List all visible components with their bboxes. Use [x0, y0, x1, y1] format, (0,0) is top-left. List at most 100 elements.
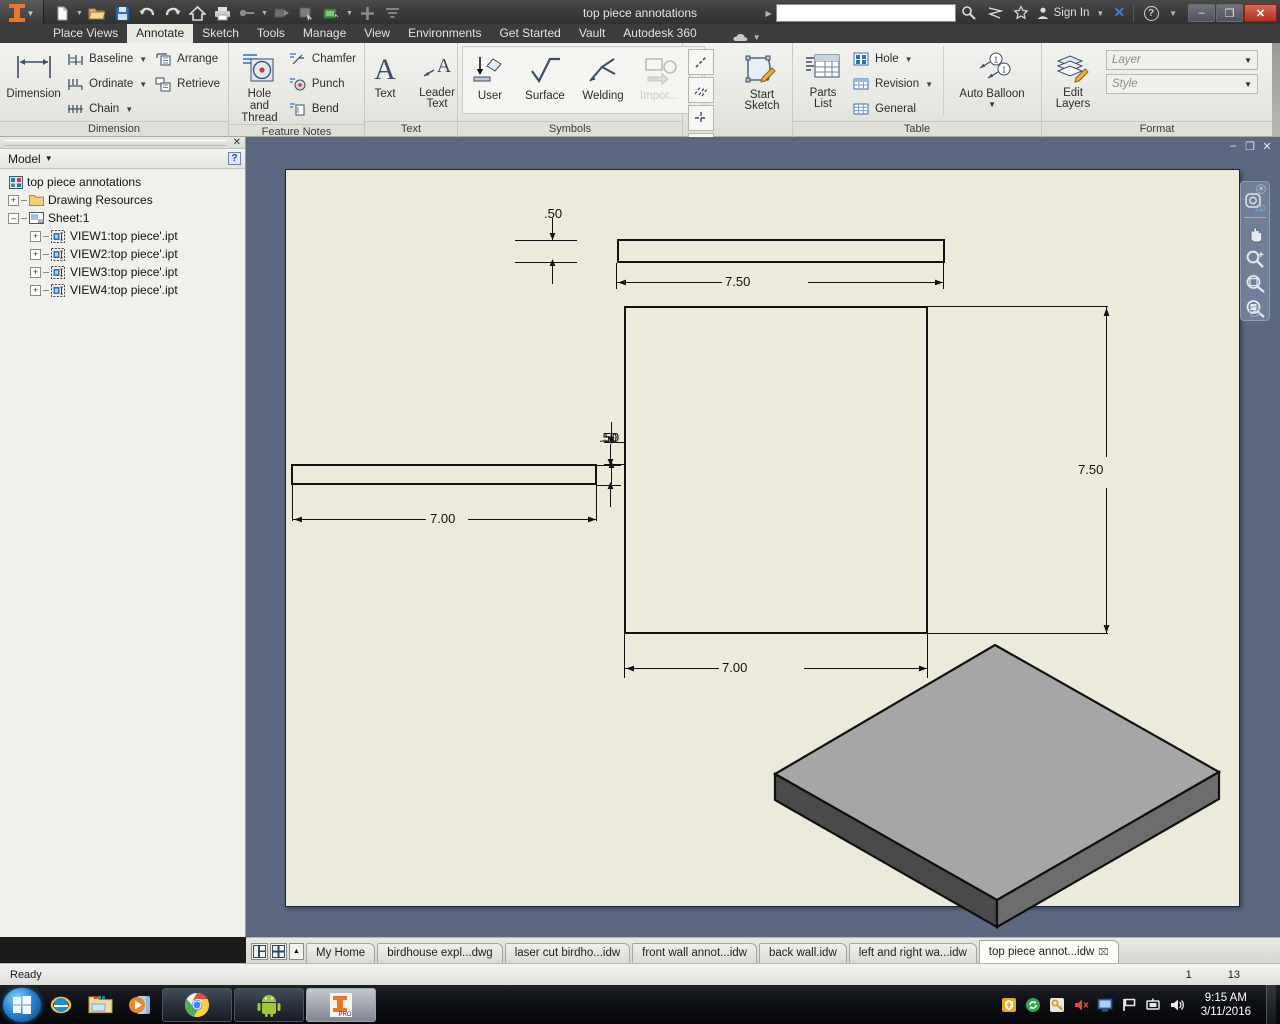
ribbon-tab-view[interactable]: View	[355, 24, 399, 43]
start-button[interactable]	[3, 987, 41, 1022]
dim-front-thickness[interactable]: .50	[599, 430, 617, 445]
close-icon[interactable]: ✕	[233, 137, 241, 148]
browser-title-group[interactable]: Model ▼	[8, 152, 53, 166]
chevron-down-icon[interactable]: ▼	[1091, 9, 1109, 18]
drawing-canvas[interactable]: – ❐ ✕ .50 7.50 7.00 .50 7.50 7.00 ✕ 2D ▾	[246, 137, 1280, 937]
select-button[interactable]	[295, 2, 319, 24]
taskbar-chrome-button[interactable]	[162, 987, 232, 1022]
security-shield-icon[interactable]	[1001, 996, 1018, 1013]
revision-table-button[interactable]: Revision ▼	[849, 72, 937, 96]
chevron-down-icon[interactable]: ▼	[1164, 9, 1182, 18]
hole-table-button[interactable]: Hole ▼	[849, 47, 937, 71]
hole-and-thread-button[interactable]: Hole and Thread	[233, 46, 286, 124]
application-menu-button[interactable]: ▼	[0, 0, 44, 26]
taskbar-inventor-button[interactable]: PRO	[306, 987, 376, 1022]
leader-text-button[interactable]: A Leader Text	[411, 46, 463, 110]
hatch-fill-icon[interactable]	[688, 77, 714, 103]
ribbon-tab-sketch[interactable]: Sketch	[193, 24, 248, 43]
expander-icon[interactable]: +	[30, 266, 41, 278]
parts-list-button[interactable]: Parts List	[797, 46, 849, 110]
dimension-button[interactable]: Dimension	[4, 46, 63, 100]
redo-button[interactable]	[160, 2, 184, 24]
help-icon[interactable]: ?	[228, 152, 241, 165]
tree-item-sheet-1[interactable]: – Sheet:1	[2, 209, 245, 227]
cloud-status-indicator[interactable]: ▼	[732, 32, 761, 43]
user-symbol-button[interactable]: User	[464, 48, 516, 112]
view-2d-icon[interactable]: 2D	[1244, 192, 1266, 212]
taskbar-clock[interactable]: 9:15 AM 3/11/2016	[1193, 991, 1259, 1019]
favorites-star-icon[interactable]	[1008, 0, 1034, 26]
update-button[interactable]	[270, 2, 294, 24]
dim-top-length[interactable]: 7.50	[725, 274, 750, 289]
zoom-icon[interactable]	[1244, 248, 1266, 268]
internet-explorer-icon[interactable]	[41, 987, 81, 1023]
display-icon[interactable]	[1145, 996, 1162, 1013]
expander-icon[interactable]: +	[30, 284, 41, 296]
ribbon-tab-manage[interactable]: Manage	[294, 24, 355, 43]
chevron-down-icon[interactable]: ▼	[139, 55, 147, 64]
document-tab-front-wall[interactable]: front wall annot...idw	[632, 943, 757, 963]
navigation-bar[interactable]: ✕ 2D ▾	[1240, 181, 1270, 321]
general-table-button[interactable]: General	[849, 97, 937, 121]
dim-side-length[interactable]: 7.00	[430, 511, 455, 526]
chevron-down-icon[interactable]: ▼	[45, 154, 53, 163]
close-button[interactable]: ✕	[1244, 4, 1277, 22]
exchange-apps-icon[interactable]: ✕	[1109, 5, 1129, 22]
hatch-line-icon[interactable]	[688, 49, 714, 75]
undo-button[interactable]	[135, 2, 159, 24]
surface-texture-button[interactable]: Surface	[516, 48, 574, 112]
ribbon-tab-tools[interactable]: Tools	[248, 24, 294, 43]
chevron-down-icon[interactable]: ▼	[345, 10, 354, 17]
chevron-down-icon[interactable]: ▼	[139, 80, 147, 89]
baseline-button[interactable]: Baseline ▼	[63, 47, 151, 71]
start-sketch-button[interactable]: Start Sketch	[736, 48, 788, 112]
save-file-button[interactable]	[110, 2, 134, 24]
tree-item-view2[interactable]: + VIEW2:top piece'.ipt	[2, 245, 245, 263]
ribbon-tab-environments[interactable]: Environments	[399, 24, 490, 43]
volume-icon[interactable]	[1169, 996, 1186, 1013]
document-tab-my-home[interactable]: My Home	[306, 943, 376, 963]
chamfer-button[interactable]: Chamfer	[286, 47, 360, 71]
dim-front-height[interactable]: 7.50	[1078, 462, 1103, 477]
sign-in-button[interactable]: Sign In	[1034, 6, 1092, 20]
chevron-down-icon[interactable]: ▾	[1249, 306, 1260, 317]
chevron-down-icon[interactable]: ▼	[1244, 80, 1252, 89]
isometric-view[interactable]	[772, 642, 1232, 932]
retrieve-button[interactable]: Retrieve	[151, 72, 224, 96]
browser-grip[interactable]: ✕	[0, 137, 245, 149]
welding-button[interactable]: Welding	[574, 48, 632, 112]
chevron-down-icon[interactable]: ▼	[125, 105, 133, 114]
chevron-down-icon[interactable]: ▼	[905, 55, 913, 64]
edit-layers-button[interactable]: Edit Layers	[1046, 46, 1100, 110]
chevron-down-icon[interactable]: ▼	[260, 10, 269, 17]
restore-button[interactable]: ❐	[1216, 4, 1243, 22]
document-tab-back-wall[interactable]: back wall.idw	[759, 943, 847, 963]
punch-button[interactable]: Punch	[286, 72, 360, 96]
document-tab-birdhouse-expl[interactable]: birdhouse expl...dwg	[377, 943, 503, 963]
top-view-outline[interactable]	[617, 239, 945, 263]
open-file-button[interactable]	[85, 2, 109, 24]
expander-icon[interactable]: +	[30, 248, 41, 260]
tile-vertical-button[interactable]	[251, 943, 268, 960]
material-button[interactable]	[320, 2, 344, 24]
search-button[interactable]	[956, 0, 982, 26]
tabs-scroll-up-button[interactable]: ▲	[289, 943, 304, 960]
chain-button[interactable]: Chain ▼	[63, 97, 151, 121]
print-button[interactable]	[210, 2, 234, 24]
doc-restore-button[interactable]: ❐	[1243, 140, 1257, 153]
ribbon-tab-annotate[interactable]: Annotate	[127, 24, 194, 43]
chevron-down-icon[interactable]: ▼	[75, 10, 84, 17]
chevron-right-icon[interactable]: ▶	[761, 9, 775, 18]
import-symbol-button[interactable]: Impor...	[632, 48, 686, 112]
ribbon-tab-get-started[interactable]: Get Started	[490, 24, 569, 43]
expander-icon[interactable]: +	[30, 230, 41, 242]
dim-front-width[interactable]: 7.00	[722, 660, 747, 675]
doc-minimize-button[interactable]: –	[1226, 140, 1240, 152]
customize-button[interactable]	[380, 2, 404, 24]
key-icon[interactable]	[1049, 996, 1066, 1013]
help-search-icon[interactable]	[982, 0, 1008, 26]
help-button[interactable]: ?	[1138, 0, 1164, 26]
style-combo[interactable]: Style ▼	[1106, 74, 1258, 94]
ribbon-tab-vault[interactable]: Vault	[570, 24, 614, 43]
close-icon[interactable]: ⌧	[1098, 941, 1108, 963]
